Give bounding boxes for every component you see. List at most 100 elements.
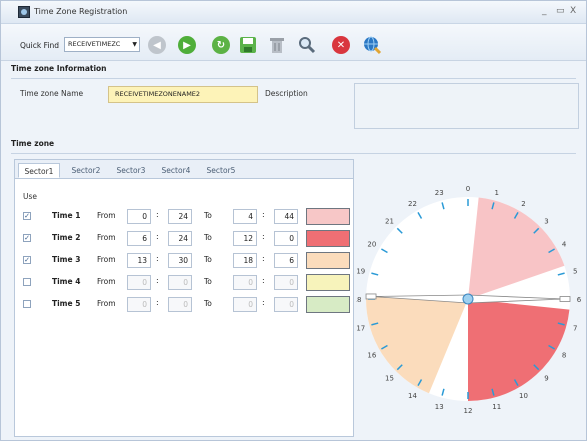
tab-sector5[interactable]: Sector5 [201, 163, 241, 178]
hour-label: 6 [577, 296, 582, 304]
arrow-right-icon: ▶ [178, 36, 196, 54]
save-button[interactable] [237, 34, 259, 56]
use-label: Use [23, 192, 38, 201]
color-swatch[interactable] [306, 230, 350, 247]
clock-chart: 01234567891011121314151617181920212223 [353, 185, 582, 415]
use-checkbox[interactable] [23, 278, 31, 286]
colon: : [262, 276, 265, 285]
from-hour-input[interactable]: 6 [127, 231, 151, 246]
title-bar: Time Zone Registration _ ▭ X [1, 1, 586, 24]
from-hour-input[interactable]: 0 [127, 275, 151, 290]
colon: : [262, 232, 265, 241]
color-swatch[interactable] [306, 252, 350, 269]
help-button[interactable] [361, 34, 383, 56]
maximize-button[interactable]: ▭ [556, 6, 565, 16]
to-minute-input[interactable]: 6 [274, 253, 298, 268]
use-checkbox[interactable]: ✓ [23, 234, 31, 242]
clock-panel: 01234567891011121314151617181920212223 [353, 159, 584, 437]
from-label: From [97, 299, 116, 308]
hour-label: 12 [464, 407, 473, 415]
colon: : [262, 254, 265, 263]
from-minute-input[interactable]: 0 [168, 297, 192, 312]
tab-sector4[interactable]: Sector4 [156, 163, 196, 178]
from-hour-input[interactable]: 13 [127, 253, 151, 268]
time-row: ✓ Time 1 From 0:24 To 4:44 [15, 206, 355, 228]
from-minute-input[interactable]: 0 [168, 275, 192, 290]
from-hour-input[interactable]: 0 [127, 209, 151, 224]
delete-button[interactable] [266, 34, 288, 56]
minimize-button[interactable]: _ [542, 6, 547, 16]
trash-icon [270, 38, 284, 53]
forward-button[interactable]: ▶ [176, 34, 198, 56]
colon: : [262, 210, 265, 219]
hour-label: 20 [367, 241, 376, 249]
hour-label: 19 [356, 267, 365, 275]
time-name: Time 3 [52, 255, 81, 264]
quick-find-select[interactable]: RECEIVETIMEZC ▼ [64, 37, 140, 52]
use-checkbox[interactable]: ✓ [23, 256, 31, 264]
to-hour-input[interactable]: 4 [233, 209, 257, 224]
from-minute-input[interactable]: 24 [168, 209, 192, 224]
hand-handle [365, 293, 377, 300]
to-minute-input[interactable]: 44 [274, 209, 298, 224]
hand-handle [559, 296, 571, 302]
hour-label: 5 [573, 267, 577, 275]
time-row: Time 5 From 0:0 To 0:0 [15, 294, 355, 316]
use-checkbox[interactable] [23, 300, 31, 308]
toolbar: Quick Find RECEIVETIMEZC ▼ ◀ ▶ ↻ ✕ [1, 24, 586, 61]
hour-label: 8 [562, 352, 566, 360]
color-swatch[interactable] [306, 296, 350, 313]
from-minute-input[interactable]: 24 [168, 231, 192, 246]
hour-label: 4 [562, 241, 567, 249]
time-name: Time 2 [52, 233, 81, 242]
refresh-icon: ↻ [212, 36, 230, 54]
use-checkbox[interactable]: ✓ [23, 212, 31, 220]
to-hour-input[interactable]: 0 [233, 275, 257, 290]
search-button[interactable] [296, 34, 318, 56]
close-button[interactable]: X [570, 6, 576, 16]
tz-info-header: Time zone Information [11, 62, 576, 79]
hour-label: 13 [435, 403, 444, 411]
to-label: To [204, 255, 212, 264]
refresh-button[interactable]: ↻ [210, 34, 232, 56]
cancel-button[interactable]: ✕ [330, 34, 352, 56]
to-minute-input[interactable]: 0 [274, 231, 298, 246]
quick-find-label: Quick Find [20, 41, 59, 50]
sector-panel: Sector1 Sector2 Sector3 Sector4 Sector5 … [14, 159, 354, 437]
hour-label: 9 [544, 374, 548, 382]
from-hour-input[interactable]: 0 [127, 297, 151, 312]
from-label: From [97, 255, 116, 264]
tab-sector3[interactable]: Sector3 [111, 163, 151, 178]
tab-sector1[interactable]: Sector1 [18, 163, 60, 178]
to-label: To [204, 233, 212, 242]
to-minute-input[interactable]: 0 [274, 297, 298, 312]
time-row: ✓ Time 2 From 6:24 To 12:0 [15, 228, 355, 250]
tab-sector2[interactable]: Sector2 [66, 163, 106, 178]
colon: : [156, 232, 159, 241]
to-hour-input[interactable]: 0 [233, 297, 257, 312]
color-swatch[interactable] [306, 208, 350, 225]
to-minute-input[interactable]: 0 [274, 275, 298, 290]
app-icon [18, 6, 30, 18]
time-row: ✓ Time 3 From 13:30 To 18:6 [15, 250, 355, 272]
hour-label: 10 [519, 392, 528, 400]
time-row: Time 4 From 0:0 To 0:0 [15, 272, 355, 294]
colon: : [156, 210, 159, 219]
from-minute-input[interactable]: 30 [168, 253, 192, 268]
to-hour-input[interactable]: 18 [233, 253, 257, 268]
back-button[interactable]: ◀ [146, 34, 168, 56]
description-input[interactable] [354, 83, 579, 129]
to-hour-input[interactable]: 12 [233, 231, 257, 246]
colon: : [156, 276, 159, 285]
tz-name-input[interactable]: RECEIVETIMEZONENAME2 [108, 86, 258, 103]
time-name: Time 1 [52, 211, 81, 220]
hour-label: 15 [385, 374, 394, 382]
hour-label: 16 [367, 352, 376, 360]
color-swatch[interactable] [306, 274, 350, 291]
close-icon: ✕ [332, 36, 350, 54]
sector-tabs: Sector1 Sector2 Sector3 Sector4 Sector5 [15, 160, 353, 179]
globe-search-icon [364, 36, 382, 55]
arrow-left-icon: ◀ [148, 36, 166, 54]
time-name: Time 5 [52, 299, 81, 308]
clock-center [462, 293, 474, 305]
